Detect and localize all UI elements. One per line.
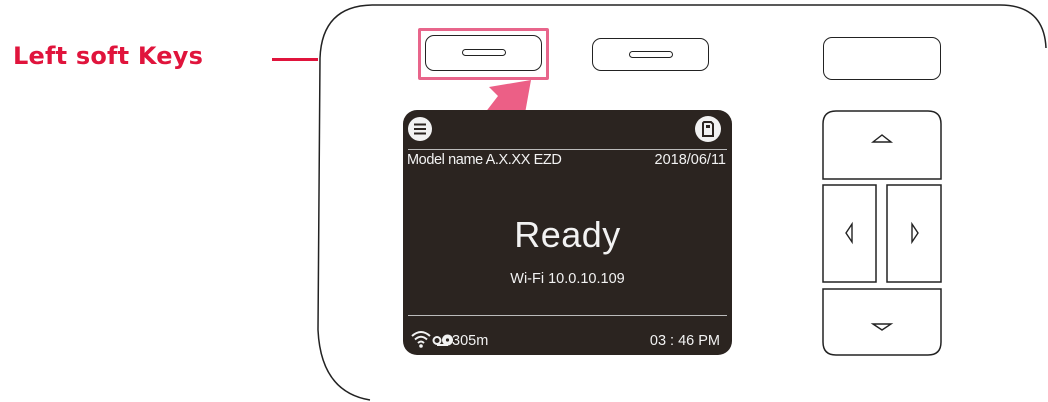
ribbon-icon <box>432 334 453 346</box>
left-arrow-key[interactable] <box>822 184 877 283</box>
wifi-icon <box>411 331 431 348</box>
top-separator <box>408 149 727 150</box>
callout-leader-line <box>272 58 318 61</box>
lcd-screen: Model name A.X.XX EZD 2018/06/11 Ready W… <box>403 110 732 355</box>
callout-label: Left soft Keys <box>13 42 204 70</box>
status-text: Ready <box>514 214 621 255</box>
menu-icon[interactable] <box>407 116 433 142</box>
time-readout: 03 : 46 PM <box>649 333 720 349</box>
sd-card-icon <box>695 116 721 142</box>
bottom-separator <box>408 315 727 316</box>
up-arrow-key[interactable] <box>822 110 942 180</box>
middle-soft-key-slot <box>628 50 673 58</box>
down-arrow-key[interactable] <box>822 288 942 356</box>
right-function-key[interactable] <box>823 37 941 80</box>
right-arrow-key[interactable] <box>886 184 942 283</box>
ribbon-remaining: 305m <box>452 333 489 349</box>
model-name: Model name A.X.XX EZD <box>407 152 562 168</box>
left-soft-key-highlight <box>418 28 549 80</box>
date-readout: 2018/06/11 <box>654 152 727 168</box>
middle-soft-key[interactable] <box>592 38 709 71</box>
network-info: Wi-Fi 10.0.10.109 <box>510 271 625 287</box>
